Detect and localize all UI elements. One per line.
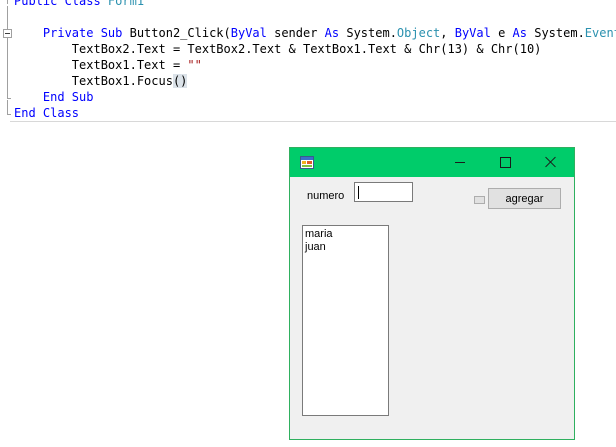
code-line-4[interactable]: TextBox2.Text = TextBox2.Text & TextBox1… [14,41,542,57]
outline-line [7,38,8,98]
code-token: As [324,26,340,40]
code-line-8[interactable]: End Class [14,105,79,121]
code-token: ByVal [454,26,491,40]
numero-label: numero [307,190,345,202]
small-control[interactable] [474,196,485,204]
text-caret [358,186,359,199]
code-token: TextBox1.Focus [14,74,173,88]
code-line-3[interactable]: Private Sub Button2_Click(ByVal sender A… [14,25,616,41]
code-token: System. [339,26,397,40]
close-icon [545,156,557,168]
minimize-icon [455,162,465,163]
code-token: TextBox2.Text = TextBox2.Text & TextBox1… [14,42,542,56]
code-editor[interactable]: Public Class Form1 Private Sub Button2_C… [0,0,616,124]
code-token: EventArgs [584,26,616,40]
agregar-button[interactable]: agregar [488,188,561,209]
code-line-6[interactable]: TextBox1.Focus() [14,73,188,89]
code-token: e [490,26,513,40]
code-token: , [440,26,455,40]
code-token: Private Sub [14,26,130,40]
form1-window: numero agregar maria juan [289,147,575,440]
outline-line [7,0,8,4]
editor-divider [10,121,616,122]
app-icon [300,156,314,169]
textbox1-input[interactable] [354,182,413,202]
code-token: TextBox1.Text = [14,58,188,72]
code-token: End Class [14,106,80,120]
code-token: Public Class [14,0,108,8]
collapse-toggle-sub[interactable] [3,29,12,38]
minimize-button[interactable] [437,148,483,177]
code-line-7[interactable]: End Sub [14,89,94,105]
code-token: Object [396,26,441,40]
code-token: sender [266,26,325,40]
code-line-1[interactable]: Public Class Form1 [14,0,144,9]
title-bar[interactable] [290,148,574,177]
code-line-5[interactable]: TextBox1.Text = "" [14,57,202,73]
code-token: () [172,74,188,88]
close-button[interactable] [528,148,574,177]
outline-line [7,114,11,115]
maximize-icon [500,157,511,168]
code-token: Button2_Click( [129,26,231,40]
outline-line [7,100,8,114]
code-token: As [512,26,527,40]
code-token: System. [527,26,585,40]
code-token: "" [187,58,202,72]
code-token: ByVal [230,26,267,40]
textbox2-multiline[interactable]: maria juan [302,225,389,416]
code-token: Form1 [107,0,145,8]
outline-line [7,98,11,99]
maximize-button[interactable] [482,148,528,177]
code-token: End Sub [14,90,94,104]
outline-line [7,6,8,29]
